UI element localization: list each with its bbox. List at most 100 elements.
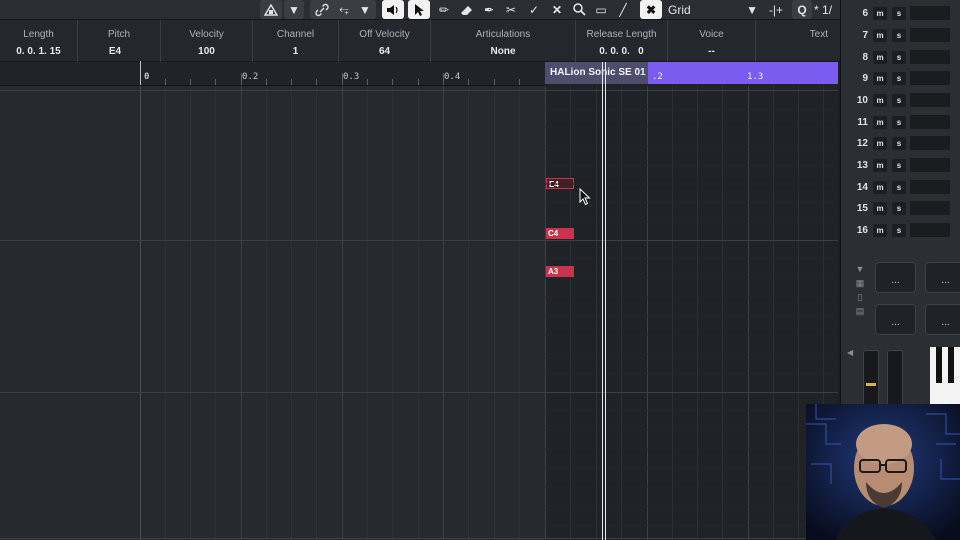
speaker-icon[interactable]: [382, 0, 404, 19]
quick-control-pad[interactable]: ...: [875, 304, 916, 335]
mute-button[interactable]: m: [873, 180, 887, 194]
info-length[interactable]: Length 0. 0. 1. 15: [0, 20, 78, 62]
mini-keyboard[interactable]: [930, 347, 960, 405]
mute-button[interactable]: m: [873, 28, 887, 42]
channel-slot[interactable]: [910, 158, 950, 172]
ruler[interactable]: 0 0.2 0.3 0.4: [0, 61, 545, 86]
ruler-tick: [215, 79, 216, 85]
play-tool-icon[interactable]: ╱: [612, 0, 634, 19]
snap-to-zero-icon[interactable]: -|+: [764, 0, 788, 19]
mute-button[interactable]: m: [873, 71, 887, 85]
solo-button[interactable]: s: [892, 158, 906, 172]
quantize-icon[interactable]: Q: [792, 0, 812, 19]
info-header: Velocity: [189, 29, 224, 40]
channel-number: 8: [862, 51, 868, 63]
rack-channel-row: 16 m s: [841, 219, 960, 241]
channel-number: 9: [862, 72, 868, 84]
trim-icon[interactable]: ✒: [478, 0, 500, 19]
channel-slot[interactable]: [910, 71, 950, 85]
split-scissors-icon[interactable]: ✂: [500, 0, 522, 19]
info-off-velocity[interactable]: Off Velocity 64: [339, 20, 431, 62]
part-bar[interactable]: HALion Sonic SE 01 .2 1.3: [545, 62, 838, 84]
channel-slot[interactable]: [910, 28, 950, 42]
grid-line: [443, 86, 444, 540]
quick-control-pad[interactable]: ...: [925, 304, 960, 335]
rack-channel-row: 7 m s: [841, 24, 960, 46]
erase-icon[interactable]: [456, 0, 478, 19]
ruler-tick: [291, 79, 292, 85]
quick-control-pad[interactable]: ...: [925, 262, 960, 293]
scroll-left-icon[interactable]: ◀: [847, 348, 853, 357]
solo-button[interactable]: s: [892, 93, 906, 107]
info-release-length[interactable]: Release Length 0. 0. 0. 0: [576, 20, 668, 62]
quantize-prefix: *: [814, 2, 819, 17]
channel-number: 12: [856, 137, 868, 149]
playhead-cursor[interactable]: [602, 62, 606, 540]
info-pitch[interactable]: Pitch E4: [78, 20, 161, 62]
solo-button[interactable]: s: [892, 223, 906, 237]
solo-button[interactable]: s: [892, 71, 906, 85]
keyboard-icon[interactable]: ▤: [853, 304, 867, 318]
key-lanes: [545, 108, 838, 526]
info-channel[interactable]: Channel 1: [253, 20, 339, 62]
mute-button[interactable]: m: [873, 50, 887, 64]
info-text[interactable]: Text: [756, 20, 840, 62]
snap-mode-icon[interactable]: [260, 0, 282, 19]
mute-button[interactable]: m: [873, 115, 887, 129]
channel-number: 7: [862, 29, 868, 41]
channel-slot[interactable]: [910, 201, 950, 215]
modulation-wheel[interactable]: [887, 350, 903, 406]
grid-type-select[interactable]: Grid ▼: [664, 0, 762, 19]
mute-x-icon[interactable]: ✕: [546, 0, 568, 19]
info-velocity[interactable]: Velocity 100: [161, 20, 253, 62]
trash-icon[interactable]: ▯: [853, 290, 867, 304]
mute-button[interactable]: m: [873, 136, 887, 150]
mute-button[interactable]: m: [873, 158, 887, 172]
mute-button[interactable]: m: [873, 201, 887, 215]
black-key[interactable]: [948, 347, 954, 383]
solo-button[interactable]: s: [892, 6, 906, 20]
zoom-icon[interactable]: [568, 0, 590, 19]
dropdown-arrow-icon[interactable]: ▼: [284, 0, 304, 19]
channel-slot[interactable]: [910, 136, 950, 150]
line-tool-icon[interactable]: ▭: [590, 0, 612, 19]
solo-button[interactable]: s: [892, 28, 906, 42]
channel-slot[interactable]: [910, 93, 950, 107]
rack-channel-row: 13 m s: [841, 154, 960, 176]
solo-button[interactable]: s: [892, 136, 906, 150]
solo-button[interactable]: s: [892, 180, 906, 194]
info-header: Channel: [276, 29, 315, 40]
solo-button[interactable]: s: [892, 50, 906, 64]
solo-button[interactable]: s: [892, 115, 906, 129]
solo-button[interactable]: s: [892, 201, 906, 215]
channel-slot[interactable]: [910, 223, 950, 237]
object-selection-icon[interactable]: [408, 0, 430, 19]
info-value: 1: [292, 46, 299, 57]
channel-slot[interactable]: [910, 180, 950, 194]
grid-line: [291, 86, 292, 540]
mute-button[interactable]: m: [873, 93, 887, 107]
quantize-preset-select[interactable]: * 1/: [814, 0, 840, 19]
channel-slot[interactable]: [910, 115, 950, 129]
dropdown-arrow-icon[interactable]: ▼: [356, 0, 374, 19]
grid-type-label: Grid: [668, 2, 691, 17]
info-header: Articulations: [475, 29, 531, 40]
draw-icon[interactable]: ✏: [433, 0, 455, 19]
ruler-tick: [190, 79, 191, 85]
mute-button[interactable]: m: [873, 223, 887, 237]
pitch-bend-wheel[interactable]: [863, 350, 879, 406]
quick-control-pad[interactable]: ...: [875, 262, 916, 293]
snap-toggle-icon[interactable]: ✖: [640, 0, 662, 19]
collapse-arrow-icon[interactable]: ▼: [853, 262, 867, 276]
channel-slot[interactable]: [910, 6, 950, 20]
link-icon[interactable]: [312, 0, 332, 19]
channel-slot[interactable]: [910, 50, 950, 64]
glue-icon[interactable]: ✓: [523, 0, 545, 19]
save-icon[interactable]: ▦: [853, 276, 867, 290]
black-key[interactable]: [936, 347, 942, 383]
info-voice[interactable]: Voice --: [668, 20, 756, 62]
step-input-icon[interactable]: ⥆: [334, 0, 354, 19]
mute-button[interactable]: m: [873, 6, 887, 20]
presenter-webcam: [806, 404, 960, 540]
info-articulations[interactable]: Articulations None: [431, 20, 576, 62]
